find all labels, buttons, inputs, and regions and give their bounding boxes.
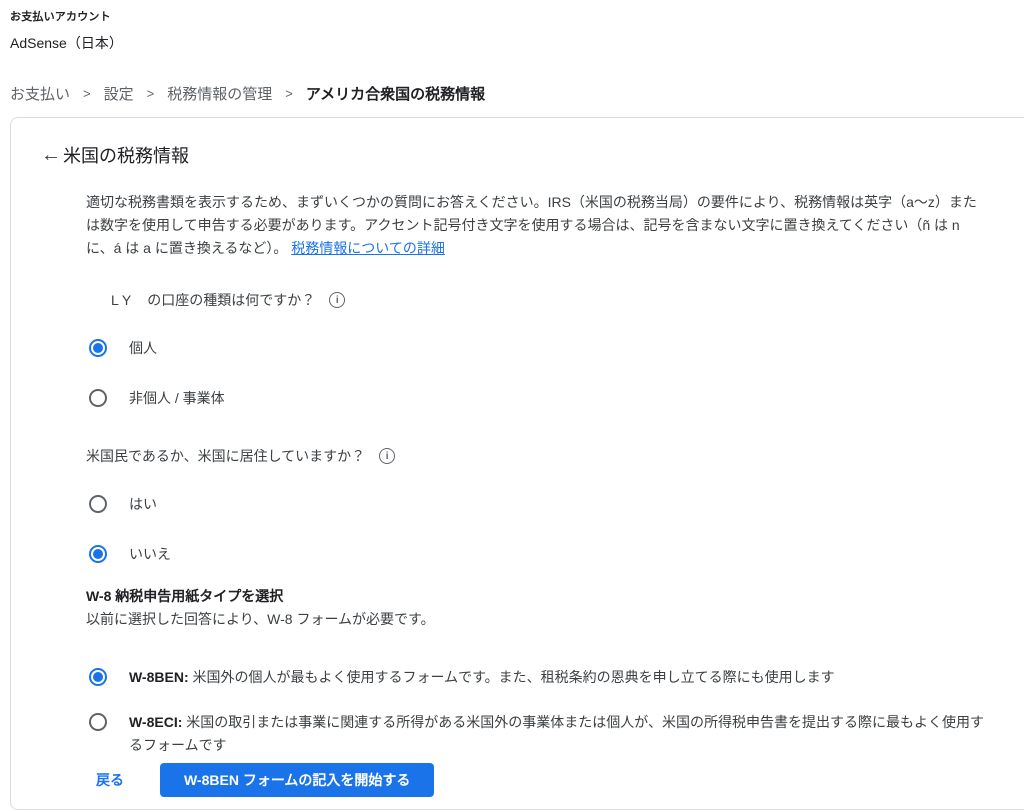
- w8-type-heading: W-8 納税申告用紙タイプを選択: [86, 588, 986, 605]
- breadcrumb-tax-info-management[interactable]: 税務情報の管理: [167, 83, 272, 104]
- chevron-right-icon: >: [285, 86, 293, 101]
- payments-account-header: お支払いアカウント AdSense（日本）: [0, 0, 1024, 53]
- question-account-type: L Y の口座の種類は何ですか？ i: [111, 290, 986, 310]
- radio-option-individual[interactable]: 個人: [89, 338, 986, 358]
- intro-paragraph: 適切な税務書類を表示するため、まずいくつかの質問にお答えください。IRS（米国の…: [86, 191, 986, 260]
- radio-icon[interactable]: [89, 339, 107, 357]
- actions-row: 戻る W-8BEN フォームの記入を開始する: [96, 763, 986, 797]
- breadcrumb-current-us-tax-info: アメリカ合衆国の税務情報: [306, 83, 485, 104]
- radio-option-no[interactable]: いいえ: [89, 544, 986, 564]
- radio-option-w8eci[interactable]: W-8ECI: 米国の取引または事業に関連する所得がある米国外の事業体または個人…: [89, 711, 986, 757]
- radio-icon[interactable]: [89, 668, 107, 686]
- radio-label: はい: [129, 494, 157, 514]
- start-w8ben-form-button[interactable]: W-8BEN フォームの記入を開始する: [160, 763, 434, 797]
- w8-type-subtext: 以前に選択した回答により、W-8 フォームが必要です。: [86, 611, 986, 628]
- back-button[interactable]: 戻る: [96, 770, 124, 790]
- tax-info-details-link[interactable]: 税務情報についての詳細: [291, 240, 445, 256]
- w8ben-label-rest: 米国外の個人が最もよく使用するフォームです。また、租税条約の恩典を申し立てる際に…: [189, 669, 835, 685]
- chevron-right-icon: >: [83, 86, 91, 101]
- payments-account-name: AdSense（日本）: [10, 33, 1024, 53]
- card-title-row: ← 米国の税務情報: [41, 142, 1024, 168]
- radio-option-non-individual[interactable]: 非個人 / 事業体: [89, 388, 986, 408]
- card-content: 適切な税務書類を表示するため、まずいくつかの質問にお答えください。IRS（米国の…: [86, 191, 986, 797]
- radio-label: W-8ECI: 米国の取引または事業に関連する所得がある米国外の事業体または個人…: [129, 711, 986, 757]
- intro-text: 適切な税務書類を表示するため、まずいくつかの質問にお答えください。IRS（米国の…: [86, 194, 977, 256]
- us-tax-info-card: ← 米国の税務情報 適切な税務書類を表示するため、まずいくつかの質問にお答えくだ…: [10, 117, 1024, 810]
- w8eci-label-rest: 米国の取引または事業に関連する所得がある米国外の事業体または個人が、米国の所得税…: [129, 714, 984, 753]
- radio-icon[interactable]: [89, 545, 107, 563]
- radio-icon[interactable]: [89, 713, 107, 731]
- breadcrumb-payments[interactable]: お支払い: [10, 83, 70, 104]
- payee-name-abbrev: L Y: [111, 292, 131, 308]
- payments-account-label: お支払いアカウント: [10, 8, 1024, 24]
- chevron-right-icon: >: [147, 86, 155, 101]
- page-title: 米国の税務情報: [63, 142, 189, 168]
- info-icon[interactable]: i: [379, 448, 395, 464]
- radio-label: 個人: [129, 338, 157, 358]
- radio-icon[interactable]: [89, 389, 107, 407]
- breadcrumb-settings[interactable]: 設定: [104, 83, 134, 104]
- radio-label: 非個人 / 事業体: [129, 388, 225, 408]
- question-account-type-text: の口座の種類は何ですか？: [147, 290, 315, 310]
- question-us-resident-text: 米国民であるか、米国に居住していますか？: [86, 446, 365, 466]
- radio-label: W-8BEN: 米国外の個人が最もよく使用するフォームです。また、租税条約の恩典…: [129, 666, 835, 689]
- breadcrumb: お支払い > 設定 > 税務情報の管理 > アメリカ合衆国の税務情報: [10, 83, 1024, 104]
- w8ben-label-bold: W-8BEN:: [129, 669, 189, 685]
- back-arrow-icon[interactable]: ←: [41, 144, 63, 166]
- radio-option-w8ben[interactable]: W-8BEN: 米国外の個人が最もよく使用するフォームです。また、租税条約の恩典…: [89, 666, 986, 689]
- w8eci-label-bold: W-8ECI:: [129, 714, 182, 730]
- info-icon[interactable]: i: [329, 292, 345, 308]
- radio-option-yes[interactable]: はい: [89, 494, 986, 514]
- radio-label: いいえ: [129, 544, 171, 564]
- question-us-resident: 米国民であるか、米国に居住していますか？ i: [86, 446, 986, 466]
- radio-icon[interactable]: [89, 495, 107, 513]
